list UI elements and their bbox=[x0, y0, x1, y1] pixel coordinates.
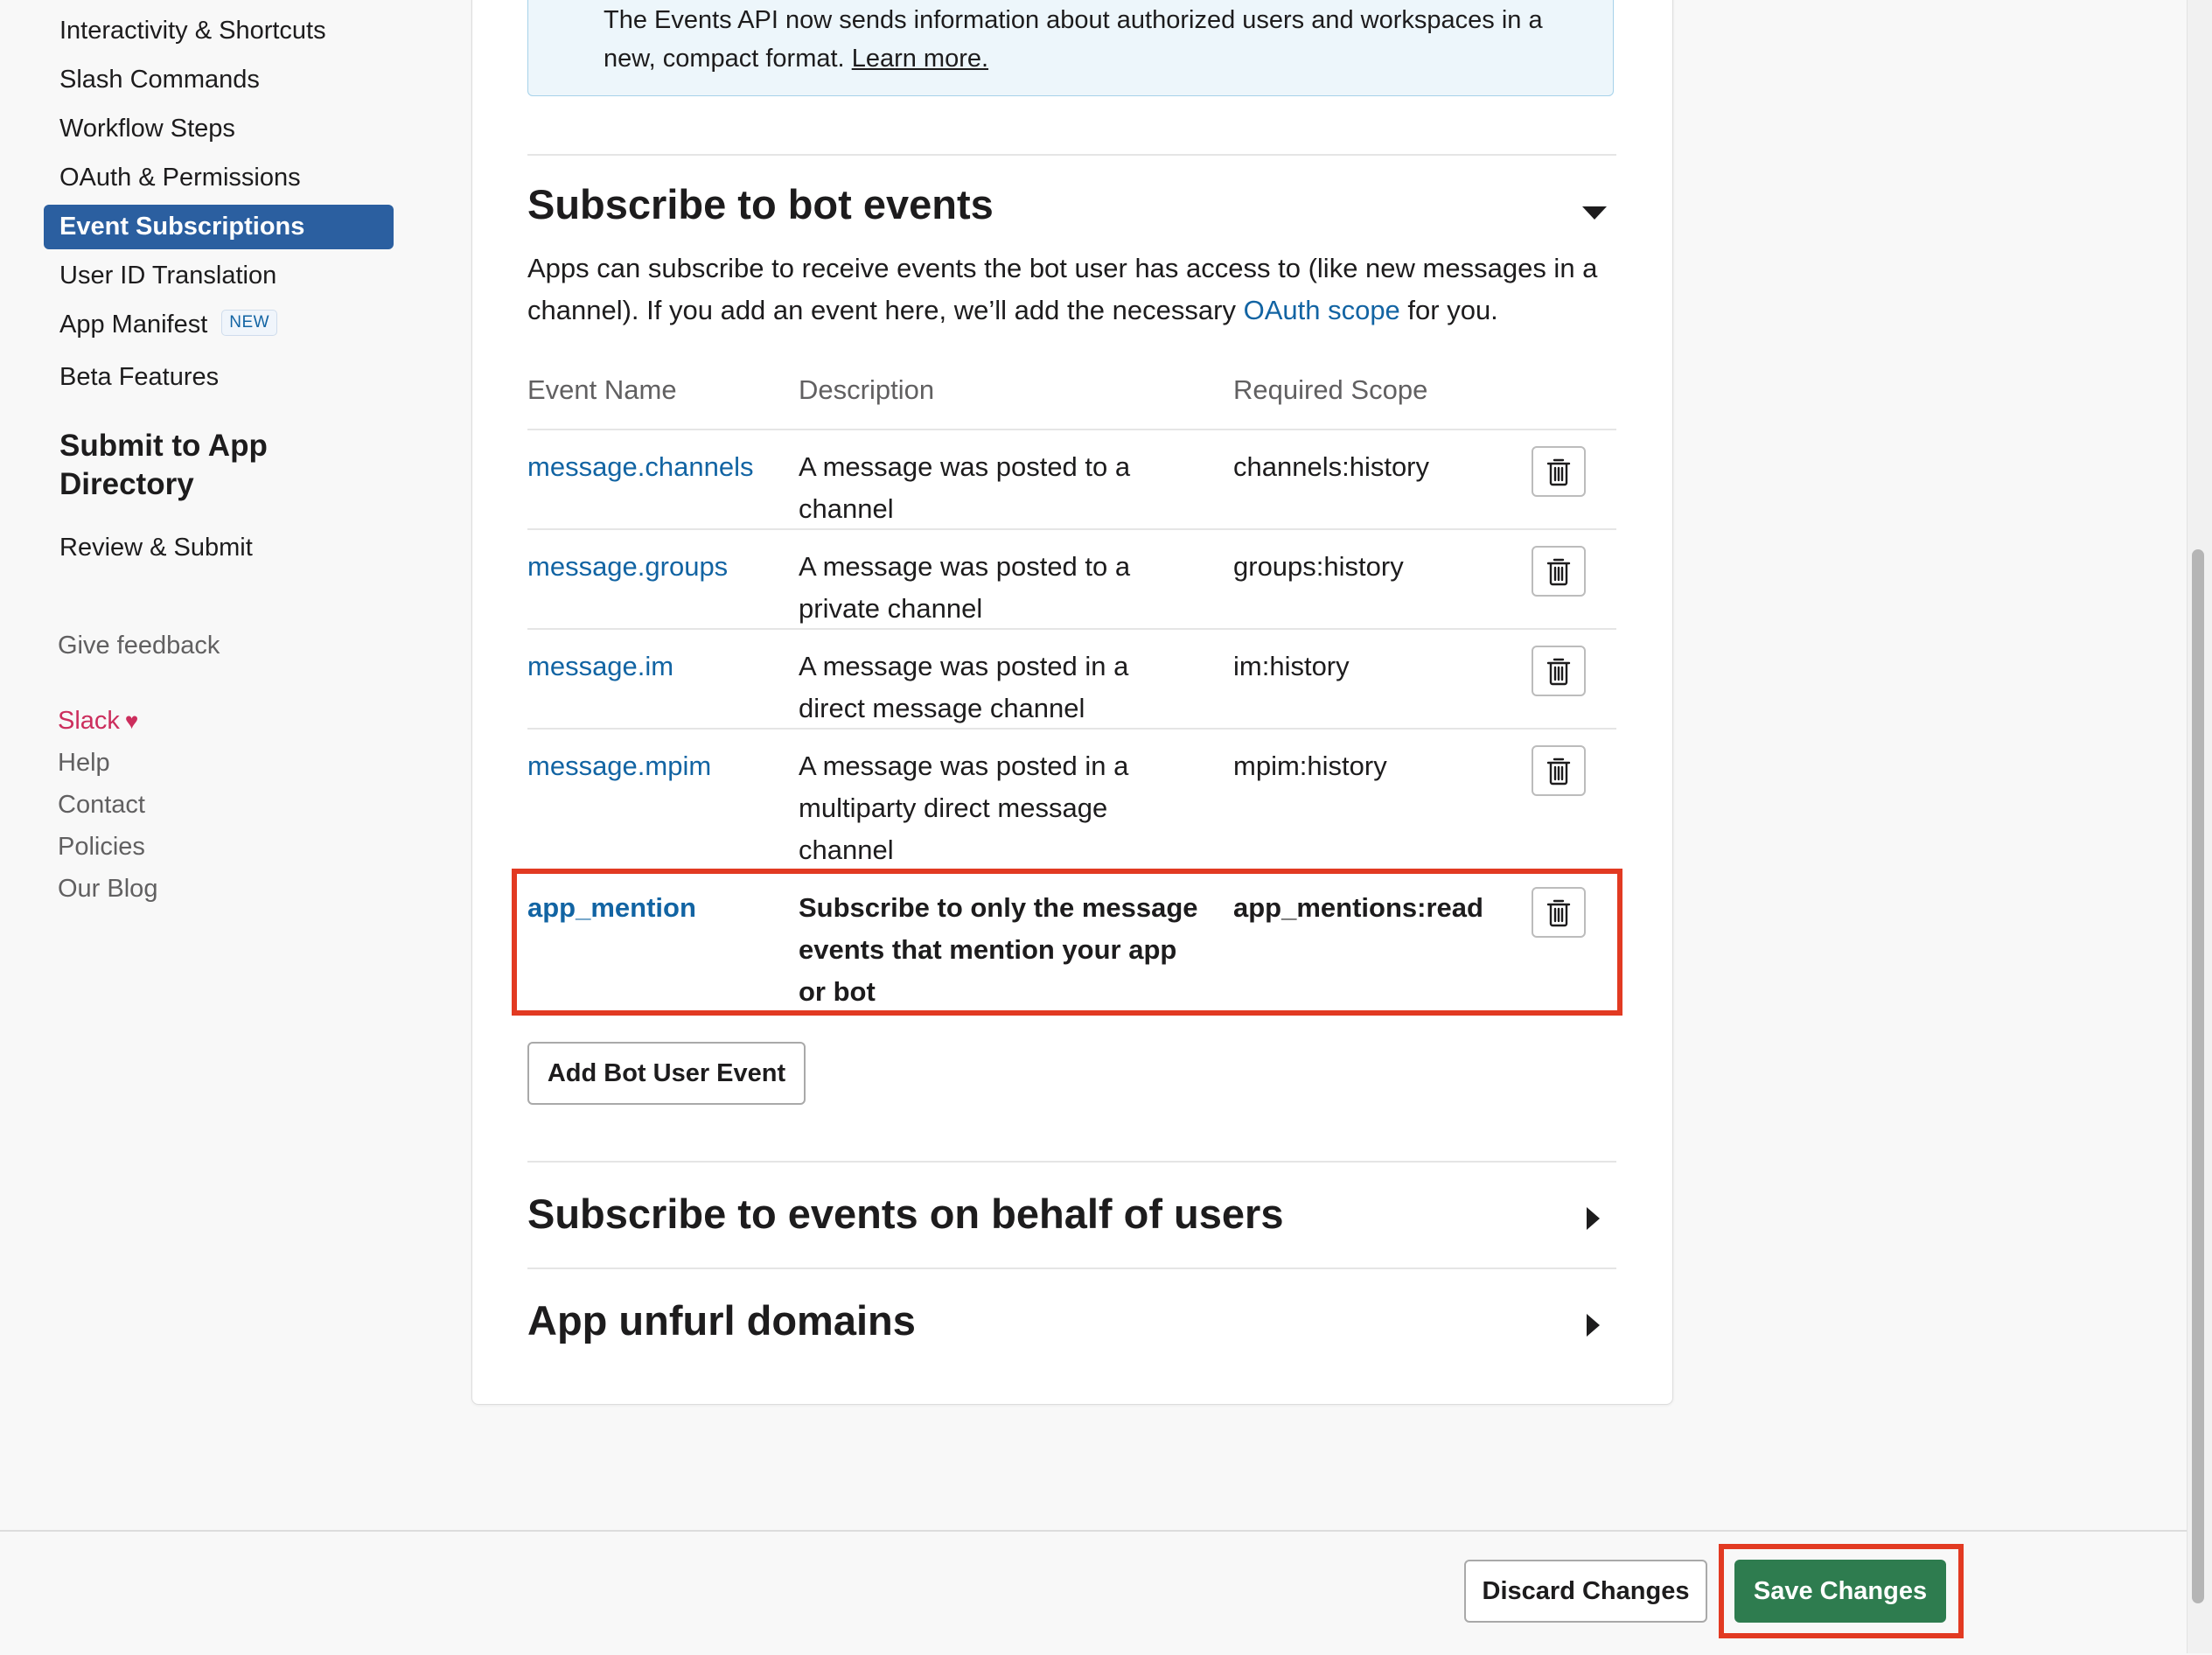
bot-events-section-title[interactable]: Subscribe to bot events bbox=[527, 180, 994, 228]
delete-event-button[interactable] bbox=[1532, 546, 1586, 597]
contact-link[interactable]: Contact bbox=[58, 791, 145, 820]
event-scope: mpim:history bbox=[1233, 751, 1387, 781]
table-divider bbox=[527, 628, 1616, 630]
event-name-link[interactable]: message.groups bbox=[527, 546, 781, 588]
delete-event-button[interactable] bbox=[1532, 745, 1586, 796]
slack-label: Slack bbox=[58, 707, 120, 735]
event-description: A message was posted to a channel bbox=[799, 451, 1131, 524]
sidebar-item-workflow-steps[interactable]: Workflow Steps bbox=[44, 107, 394, 151]
new-badge: NEW bbox=[221, 310, 278, 337]
event-description: A message was posted in a direct message… bbox=[799, 651, 1129, 723]
description-suffix: for you. bbox=[1399, 295, 1498, 325]
slack-link[interactable]: Slack ♥ bbox=[58, 707, 138, 736]
trash-icon bbox=[1546, 758, 1571, 786]
sidebar-item-slash-commands[interactable]: Slash Commands bbox=[44, 58, 394, 102]
event-description: A message was posted in a multiparty dir… bbox=[799, 751, 1129, 865]
sidebar: Interactivity & Shortcuts Slash Commands… bbox=[0, 0, 464, 1531]
sidebar-item-review-submit[interactable]: Review & Submit bbox=[44, 526, 394, 570]
event-scope: groups:history bbox=[1233, 551, 1404, 582]
save-changes-button[interactable]: Save Changes bbox=[1734, 1560, 1946, 1623]
notice-message: The Events API now sends information abo… bbox=[604, 6, 1543, 73]
user-events-section-title[interactable]: Subscribe to events on behalf of users bbox=[527, 1190, 1283, 1238]
bot-events-description: Apps can subscribe to receive events the… bbox=[527, 248, 1616, 332]
add-bot-user-event-button[interactable]: Add Bot User Event bbox=[527, 1042, 806, 1105]
delete-event-button[interactable] bbox=[1532, 887, 1586, 938]
column-header-required-scope: Required Scope bbox=[1233, 374, 1428, 405]
event-scope: app_mentions:read bbox=[1233, 892, 1483, 923]
sidebar-item-app-manifest[interactable]: App Manifest NEW bbox=[44, 303, 394, 347]
event-name-link[interactable]: app_mention bbox=[527, 887, 781, 929]
help-link[interactable]: Help bbox=[58, 749, 110, 778]
sidebar-item-beta-features[interactable]: Beta Features bbox=[44, 355, 394, 400]
our-blog-link[interactable]: Our Blog bbox=[58, 875, 157, 904]
trash-icon bbox=[1546, 558, 1571, 586]
policies-link[interactable]: Policies bbox=[58, 833, 145, 862]
chevron-right-icon[interactable] bbox=[1587, 1207, 1600, 1230]
trash-icon bbox=[1546, 658, 1571, 686]
delete-event-button[interactable] bbox=[1532, 646, 1586, 696]
trash-icon bbox=[1546, 458, 1571, 486]
section-divider bbox=[527, 1161, 1616, 1163]
sidebar-item-label: App Manifest bbox=[59, 311, 208, 339]
section-divider bbox=[527, 154, 1616, 156]
event-scope: channels:history bbox=[1233, 451, 1430, 482]
scrollbar-thumb[interactable] bbox=[2192, 549, 2204, 1603]
unfurl-domains-section-title[interactable]: App unfurl domains bbox=[527, 1296, 916, 1344]
table-divider bbox=[527, 728, 1616, 730]
learn-more-link[interactable]: Learn more. bbox=[852, 45, 988, 73]
chevron-down-icon[interactable] bbox=[1582, 206, 1607, 220]
event-name-link[interactable]: message.channels bbox=[527, 446, 781, 488]
oauth-scope-link[interactable]: OAuth scope bbox=[1244, 295, 1400, 325]
discard-changes-button[interactable]: Discard Changes bbox=[1464, 1560, 1707, 1623]
event-description: A message was posted to a private channe… bbox=[799, 551, 1131, 624]
table-divider bbox=[527, 429, 1616, 430]
column-header-description: Description bbox=[799, 374, 935, 405]
sidebar-item-oauth-permissions[interactable]: OAuth & Permissions bbox=[44, 156, 394, 200]
event-name-link[interactable]: message.im bbox=[527, 646, 781, 688]
event-name-link[interactable]: message.mpim bbox=[527, 745, 781, 787]
sidebar-item-interactivity-shortcuts[interactable]: Interactivity & Shortcuts bbox=[44, 9, 394, 53]
heart-icon: ♥ bbox=[124, 708, 139, 734]
notice-text: The Events API now sends information abo… bbox=[604, 1, 1592, 78]
section-divider bbox=[527, 1267, 1616, 1269]
delete-event-button[interactable] bbox=[1532, 446, 1586, 497]
give-feedback-link[interactable]: Give feedback bbox=[58, 632, 220, 660]
trash-icon bbox=[1546, 899, 1571, 927]
sidebar-item-user-id-translation[interactable]: User ID Translation bbox=[44, 254, 394, 298]
chevron-right-icon[interactable] bbox=[1587, 1314, 1600, 1337]
column-header-event-name: Event Name bbox=[527, 374, 677, 405]
sidebar-item-event-subscriptions[interactable]: Event Subscriptions bbox=[44, 205, 394, 249]
table-divider bbox=[527, 528, 1616, 530]
event-description: Subscribe to only the message events tha… bbox=[799, 892, 1198, 1007]
event-scope: im:history bbox=[1233, 651, 1350, 681]
events-api-notice: The Events API now sends information abo… bbox=[527, 0, 1614, 96]
submit-to-app-directory-heading: Submit to App Directory bbox=[59, 429, 268, 501]
